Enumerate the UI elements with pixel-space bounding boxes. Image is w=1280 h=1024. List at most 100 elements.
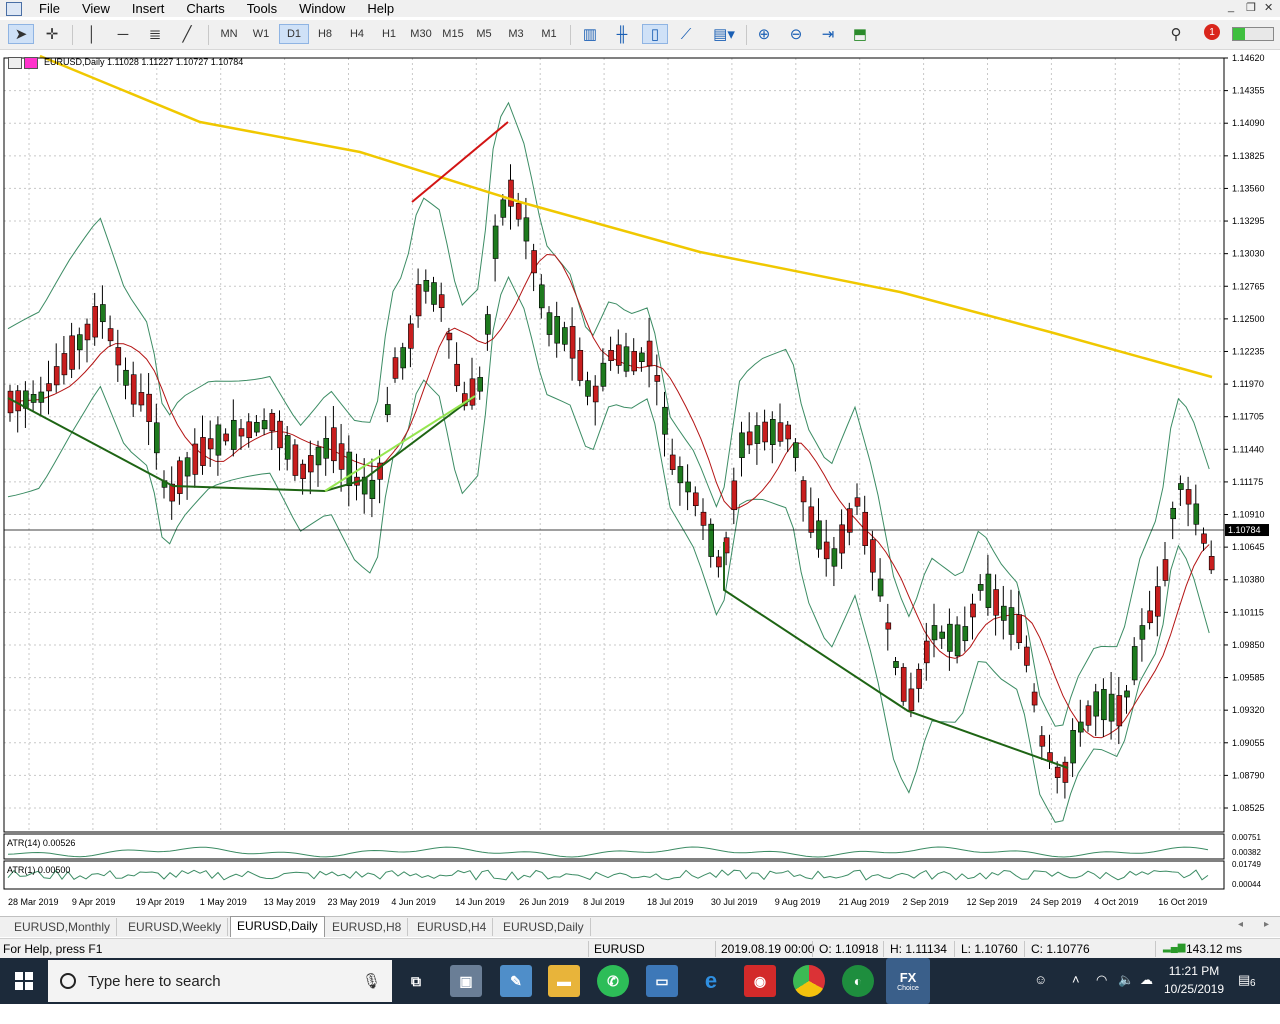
candle-body xyxy=(107,328,114,342)
menu-insert[interactable]: Insert xyxy=(121,0,176,17)
people-icon[interactable]: ☺ xyxy=(1034,972,1047,987)
tf-m30[interactable]: M30 xyxy=(406,24,436,44)
candle-body xyxy=(485,314,491,335)
task-view-icon[interactable]: ⧉ xyxy=(400,965,432,997)
price-tick-label: 1.11970 xyxy=(1232,379,1264,389)
chart-canvas[interactable]: 1.14620 1.14355 1.14090 1.13825 1.13560 1.132… xyxy=(0,52,1280,912)
app-monitor-icon[interactable]: ▭ xyxy=(646,965,678,997)
price-tick-label: 1.11705 xyxy=(1232,412,1264,422)
menu-window[interactable]: Window xyxy=(288,0,356,17)
candle-body xyxy=(862,511,869,546)
app-paint-icon[interactable]: ✎ xyxy=(500,965,532,997)
price-tick-label: 1.10910 xyxy=(1232,510,1265,520)
tf-m5[interactable]: M5 xyxy=(469,24,499,44)
tab-eurusd-weekly[interactable]: EURUSD,Weekly xyxy=(122,918,229,936)
action-center-icon[interactable]: ▤ xyxy=(1238,972,1250,988)
taskbar-search[interactable]: Type here to search 🎙 xyxy=(48,960,392,1002)
candle-body xyxy=(384,404,391,416)
tab-eurusd-h4[interactable]: EURUSD,H4 xyxy=(411,918,494,936)
candle-body xyxy=(92,306,98,338)
date-tick-label: 19 Apr 2019 xyxy=(136,897,185,907)
chart-list-icon[interactable] xyxy=(8,57,38,69)
notification-badge[interactable]: 1 xyxy=(1204,24,1220,40)
tf-m3[interactable]: M3 xyxy=(501,24,531,44)
candle-body xyxy=(446,332,453,341)
app-red-icon[interactable]: ◉ xyxy=(744,965,776,997)
tab-eurusd-daily[interactable]: EURUSD,Daily xyxy=(497,918,591,936)
restore-icon[interactable]: ❐ xyxy=(1246,1,1256,14)
price-tick-label: 1.08790 xyxy=(1232,770,1265,780)
candle-body xyxy=(1178,483,1184,490)
price-tick-label: 1.10115 xyxy=(1232,607,1264,617)
zoom-in-icon[interactable]: ⊕ xyxy=(752,24,776,44)
menu-help[interactable]: Help xyxy=(356,0,405,17)
tab-eurusd-h8[interactable]: EURUSD,H8 xyxy=(326,918,409,936)
chrome-icon[interactable] xyxy=(793,965,825,997)
zoom-out-icon[interactable]: ⊖ xyxy=(784,24,808,44)
tf-mn[interactable]: MN xyxy=(214,24,244,44)
candlestick-icon[interactable]: ╫ xyxy=(610,24,634,44)
app-photo-icon[interactable]: ▣ xyxy=(450,965,482,997)
wifi-icon[interactable]: ◠ xyxy=(1096,972,1107,988)
cloud-icon[interactable]: ☁ xyxy=(1140,972,1153,988)
candle-body xyxy=(615,344,622,366)
date-tick-label: 13 May 2019 xyxy=(264,897,316,907)
candle-chart-icon[interactable]: ▯ xyxy=(642,24,668,44)
menu-tools[interactable]: Tools xyxy=(236,0,288,17)
tab-eurusd-daily-active[interactable]: EURUSD,Daily xyxy=(230,916,325,937)
tf-d1[interactable]: D1 xyxy=(279,24,309,44)
menu-file[interactable]: File xyxy=(28,0,71,17)
candle-body xyxy=(292,444,299,476)
tf-m15[interactable]: M15 xyxy=(438,24,468,44)
tf-m1[interactable]: M1 xyxy=(534,24,564,44)
chart-window[interactable]: 1.14620 1.14355 1.14090 1.13825 1.13560 1.132… xyxy=(0,52,1280,912)
candle-body xyxy=(246,421,252,439)
autoscroll-icon[interactable]: ⇥ xyxy=(816,24,840,44)
volume-icon[interactable]: 🔈 xyxy=(1118,972,1134,988)
vertical-line-icon[interactable]: │ xyxy=(80,24,104,44)
search-circle-icon xyxy=(60,973,76,989)
chart-shift-icon[interactable]: ⬒ xyxy=(848,24,872,44)
fxchoice-app[interactable]: FX Choice xyxy=(886,958,930,1004)
tray-expand-icon[interactable]: ˄ xyxy=(1072,972,1080,987)
candle-body xyxy=(415,284,422,317)
taskbar-clock[interactable]: 11:21 PM 10/25/2019 xyxy=(1160,962,1228,998)
status-ping: 143.12 ms xyxy=(1186,942,1243,956)
cursor-icon[interactable]: ➤ xyxy=(8,24,34,44)
internet-explorer-icon[interactable]: e xyxy=(695,965,727,997)
file-explorer-icon[interactable]: ▬ xyxy=(548,965,580,997)
tf-w1[interactable]: W1 xyxy=(246,24,276,44)
candle-body xyxy=(1054,766,1061,778)
search-icon[interactable]: ⚲ xyxy=(1164,24,1188,44)
tf-h8[interactable]: H8 xyxy=(310,24,340,44)
app-green-icon[interactable]: ◐ xyxy=(842,965,874,997)
tab-scroll-right-icon[interactable]: ▸ xyxy=(1264,919,1269,930)
menu-bar: File View Insert Charts Tools Window Hel… xyxy=(0,0,1280,17)
horizontal-line-icon[interactable]: ─ xyxy=(111,24,135,44)
menu-charts[interactable]: Charts xyxy=(175,0,235,17)
candle-body xyxy=(1201,533,1207,544)
status-symbol: EURUSD xyxy=(594,942,645,956)
tf-h4[interactable]: H4 xyxy=(342,24,372,44)
line-chart-icon[interactable]: ⟋ xyxy=(674,24,698,44)
tab-scroll-left-icon[interactable]: ◂ xyxy=(1238,919,1243,930)
close-icon[interactable]: ✕ xyxy=(1264,1,1273,14)
candle-body xyxy=(785,424,792,440)
tf-h1[interactable]: H1 xyxy=(374,24,404,44)
candle-body xyxy=(338,443,345,470)
trendline-icon[interactable]: ╱ xyxy=(175,24,199,44)
menu-view[interactable]: View xyxy=(71,0,121,17)
whatsapp-icon[interactable]: ✆ xyxy=(597,965,629,997)
microphone-icon[interactable]: 🎙 xyxy=(362,972,381,990)
tab-eurusd-monthly[interactable]: EURUSD,Monthly xyxy=(8,918,118,936)
fxchoice-label: FX xyxy=(899,970,917,985)
minimize-icon[interactable]: _ xyxy=(1228,1,1234,13)
candle-body xyxy=(477,377,484,392)
crosshair-icon[interactable]: ✛ xyxy=(40,24,64,44)
candle-body xyxy=(261,420,268,430)
candle-body xyxy=(215,424,222,456)
fibonacci-icon[interactable]: ≣ xyxy=(143,24,167,44)
windows-start-icon[interactable] xyxy=(0,958,48,1004)
templates-icon[interactable]: ▤▾ xyxy=(706,24,742,44)
bar-chart-icon[interactable]: ▥ xyxy=(578,24,602,44)
